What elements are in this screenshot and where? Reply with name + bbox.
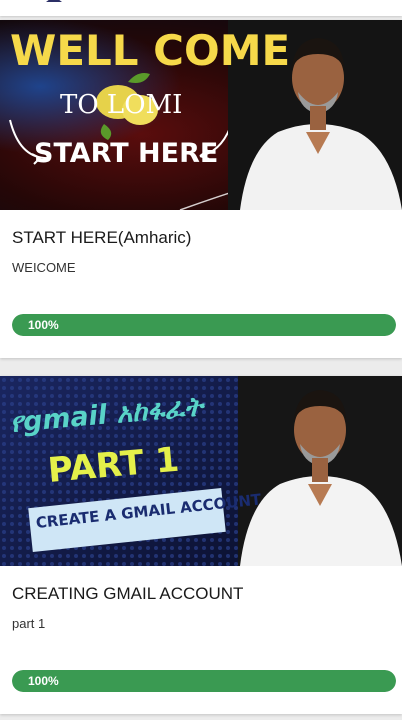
course-description: WEICOME [12, 260, 76, 275]
thumbnail-headline: WELL COME [10, 26, 291, 75]
progress-label: 100% [28, 674, 59, 688]
app-logo-icon [46, 0, 62, 2]
course-title[interactable]: START HERE(Amharic) [12, 228, 191, 248]
progress-fill [12, 670, 396, 692]
course-card[interactable]: WELL COME TO LOMI START HERE START HERE(… [0, 20, 402, 358]
course-progress-bar: 100% [12, 670, 396, 692]
top-app-bar [0, 0, 402, 16]
progress-label: 100% [28, 318, 59, 332]
presenter-portrait [238, 376, 402, 566]
course-thumbnail[interactable]: የgmail አከፋፈት PART 1 CREATE A GMAIL ACCOU… [0, 376, 402, 566]
course-title[interactable]: CREATING GMAIL ACCOUNT [12, 584, 243, 604]
course-description: part 1 [12, 616, 46, 631]
course-progress-bar: 100% [12, 314, 396, 336]
thumbnail-subheadline: PART 1 [46, 439, 181, 491]
thumbnail-tagline: START HERE [34, 138, 219, 169]
thumbnail-subheadline: TO LOMI [60, 90, 183, 120]
course-thumbnail[interactable]: WELL COME TO LOMI START HERE [0, 20, 402, 210]
course-list-page: WELL COME TO LOMI START HERE START HERE(… [0, 0, 402, 720]
course-card[interactable]: የgmail አከፋፈት PART 1 CREATE A GMAIL ACCOU… [0, 376, 402, 714]
progress-fill [12, 314, 396, 336]
